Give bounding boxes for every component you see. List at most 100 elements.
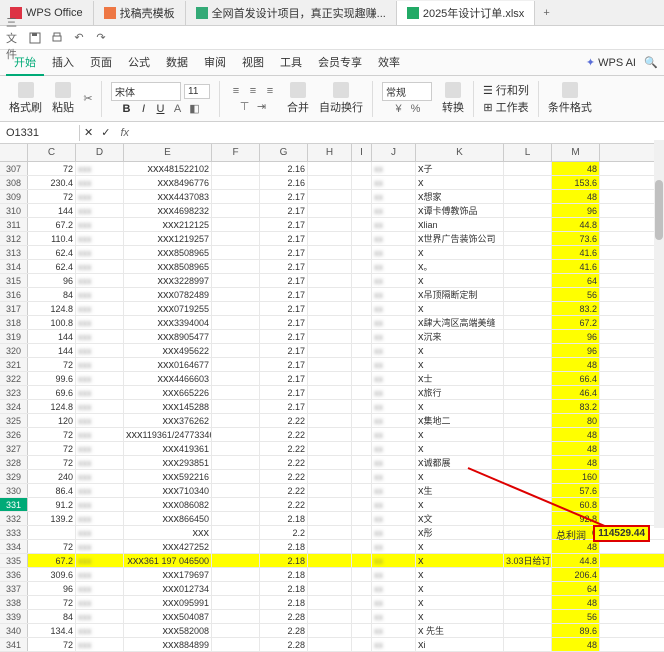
cell[interactable]: 62.4 [28, 260, 76, 273]
cell[interactable]: 72 [28, 442, 76, 455]
cell[interactable]: xx [372, 526, 416, 539]
menu-item[interactable]: 数据 [158, 50, 196, 76]
cell[interactable] [504, 190, 552, 203]
cell[interactable]: xi [416, 638, 504, 651]
cell[interactable]: 100.8 [28, 316, 76, 329]
cell[interactable]: xxx [76, 554, 124, 567]
cell[interactable] [212, 540, 260, 553]
cell[interactable]: xxx866450 [124, 512, 212, 525]
cell[interactable]: xxx582008 [124, 624, 212, 637]
cell[interactable]: xx [372, 414, 416, 427]
app-tab[interactable]: 2025年设计订单.xlsx [397, 1, 535, 25]
cell[interactable] [352, 358, 372, 371]
wps-ai-button[interactable]: ✦ WPS AI [586, 56, 636, 69]
row-header[interactable]: 307 [0, 162, 28, 175]
row-header[interactable]: 333 [0, 526, 28, 539]
row-header[interactable]: 320 [0, 344, 28, 357]
valign-icon[interactable]: ⊤ [238, 99, 252, 113]
cell[interactable]: 2.18 [260, 512, 308, 525]
row-header[interactable]: 337 [0, 582, 28, 595]
cell[interactable] [352, 302, 372, 315]
cell[interactable]: xx [372, 204, 416, 217]
column-header[interactable]: M [552, 144, 600, 161]
font-size-select[interactable]: 11 [184, 84, 210, 99]
formula-input[interactable] [135, 127, 664, 138]
cell[interactable] [504, 596, 552, 609]
cell[interactable]: 80 [552, 414, 600, 427]
cell[interactable]: 2.17 [260, 274, 308, 287]
cell[interactable]: 2.17 [260, 358, 308, 371]
row-header[interactable]: 321 [0, 358, 28, 371]
cell[interactable]: xxx012734 [124, 582, 212, 595]
cell[interactable] [308, 554, 352, 567]
row-header[interactable]: 326 [0, 428, 28, 441]
cell[interactable]: 72 [28, 596, 76, 609]
cell[interactable] [504, 568, 552, 581]
cell[interactable]: x肆大湾区高端美缝 [416, 316, 504, 329]
cell[interactable] [504, 456, 552, 469]
cell[interactable]: 2.22 [260, 470, 308, 483]
cell[interactable]: x [416, 246, 504, 259]
cell[interactable] [504, 610, 552, 623]
cell[interactable] [308, 302, 352, 315]
cell[interactable]: xxx [76, 288, 124, 301]
sheet-label[interactable]: ⊞ 工作表 [483, 99, 528, 115]
cell[interactable]: x [416, 540, 504, 553]
column-header[interactable]: H [308, 144, 352, 161]
cell[interactable]: 110.4 [28, 232, 76, 245]
cell[interactable]: 72 [28, 428, 76, 441]
cell[interactable]: xxx1219257 [124, 232, 212, 245]
cell[interactable]: 2.18 [260, 596, 308, 609]
cell[interactable] [212, 204, 260, 217]
cell[interactable]: xxx [76, 260, 124, 273]
cell[interactable] [308, 638, 352, 651]
cell[interactable]: 72 [28, 456, 76, 469]
cell[interactable]: x [416, 610, 504, 623]
cell[interactable]: xxx [76, 568, 124, 581]
cell[interactable]: xx [372, 232, 416, 245]
cell[interactable]: 2.17 [260, 316, 308, 329]
cell[interactable]: xxx4698232 [124, 204, 212, 217]
cell[interactable]: 46.4 [552, 386, 600, 399]
cell[interactable]: x彤 [416, 526, 504, 539]
cell[interactable]: xxx095991 [124, 596, 212, 609]
cell[interactable]: xx [372, 302, 416, 315]
cell[interactable]: 2.17 [260, 372, 308, 385]
cell[interactable]: xxx0719255 [124, 302, 212, 315]
cell[interactable]: xxx592216 [124, 470, 212, 483]
cell[interactable]: xx [372, 512, 416, 525]
cell[interactable]: x [416, 428, 504, 441]
cell[interactable] [352, 344, 372, 357]
cancel-formula-icon[interactable]: ✕ [80, 126, 97, 139]
row-header[interactable]: 328 [0, 456, 28, 469]
cell[interactable] [504, 400, 552, 413]
column-header[interactable]: J [372, 144, 416, 161]
cell[interactable]: 2.22 [260, 498, 308, 511]
cell[interactable]: xxx [76, 162, 124, 175]
cell[interactable] [352, 526, 372, 539]
cell[interactable]: x想家 [416, 190, 504, 203]
cell[interactable] [352, 456, 372, 469]
cell[interactable]: 96 [28, 274, 76, 287]
cell[interactable]: x [416, 596, 504, 609]
menu-item[interactable]: 开始 [6, 50, 44, 76]
align-center-icon[interactable]: ≡ [246, 84, 260, 98]
cell[interactable]: x [416, 498, 504, 511]
cell[interactable]: 64 [552, 274, 600, 287]
cell[interactable]: xxx495622 [124, 344, 212, 357]
cell[interactable]: xxx481522102 [124, 162, 212, 175]
cell[interactable] [212, 218, 260, 231]
cell[interactable] [212, 484, 260, 497]
cell[interactable]: xxx [76, 596, 124, 609]
cell[interactable]: xxx [76, 442, 124, 455]
cell[interactable]: x [416, 582, 504, 595]
cell[interactable]: xx [372, 484, 416, 497]
row-header[interactable]: 318 [0, 316, 28, 329]
cell[interactable]: xx [372, 540, 416, 553]
cell[interactable]: 2.22 [260, 414, 308, 427]
cell[interactable]: xxx [124, 526, 212, 539]
cell[interactable] [212, 162, 260, 175]
cell[interactable]: 48 [552, 358, 600, 371]
cell[interactable] [308, 190, 352, 203]
cell[interactable]: x [416, 400, 504, 413]
